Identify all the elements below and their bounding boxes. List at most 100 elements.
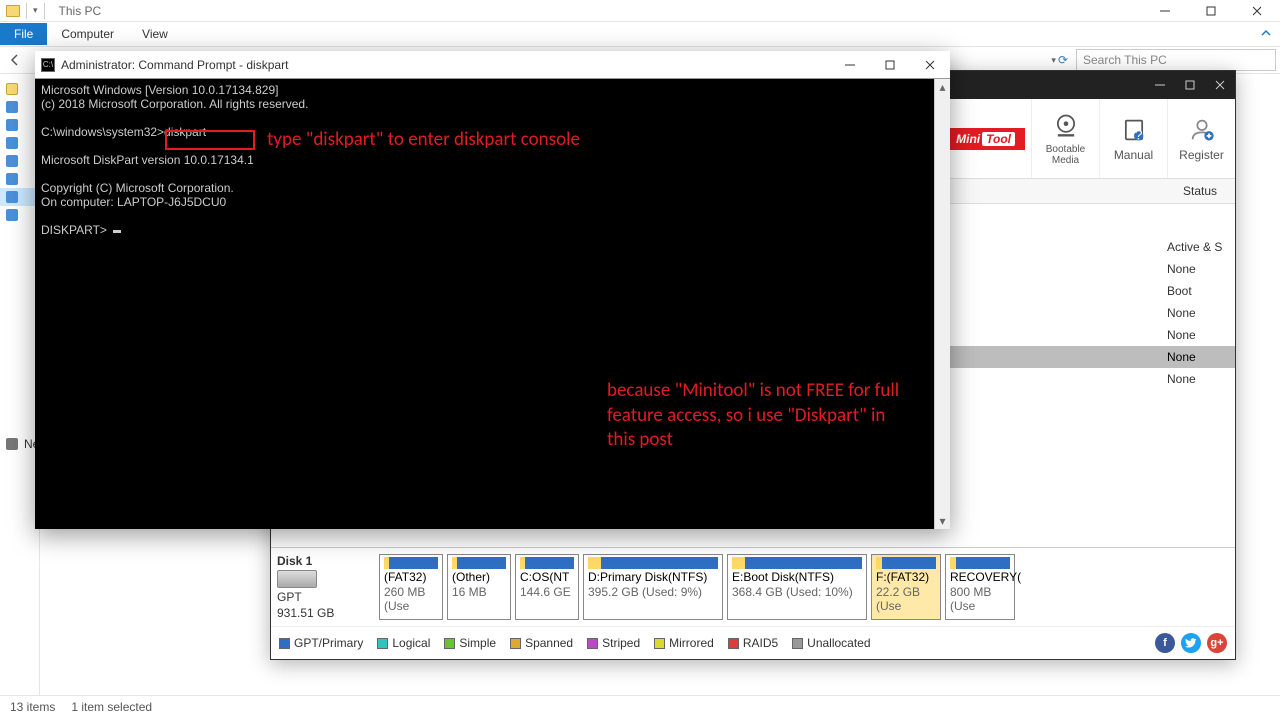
manual-button[interactable]: ? Manual xyxy=(1099,99,1167,178)
legend-item: Mirrored xyxy=(654,636,714,650)
cmd-icon: C:\ xyxy=(41,58,55,72)
part-sub: 22.2 GB (Use xyxy=(876,585,936,613)
usage-bar xyxy=(384,557,438,569)
part-label: RECOVERY( xyxy=(950,570,1010,584)
sidebar-item[interactable] xyxy=(0,134,39,152)
usage-bar xyxy=(950,557,1010,569)
ribbon-tabs: File Computer View xyxy=(0,22,1280,46)
close-button[interactable] xyxy=(1234,0,1280,22)
minimize-button[interactable] xyxy=(1142,0,1188,22)
cmd-title-text: Administrator: Command Prompt - diskpart xyxy=(61,58,824,72)
legend-item: Logical xyxy=(377,636,430,650)
part-sub: 16 MB xyxy=(452,585,506,599)
qat-dropdown-icon[interactable]: ▾ xyxy=(33,5,38,16)
cmd-body[interactable]: Microsoft Windows [Version 10.0.17134.82… xyxy=(35,79,950,529)
nav-back-button[interactable] xyxy=(4,49,26,71)
bootable-media-button[interactable]: Bootable Media xyxy=(1031,99,1099,178)
legend-item: Unallocated xyxy=(792,636,870,650)
sidebar-item[interactable] xyxy=(0,170,39,188)
partition-status: Boot xyxy=(1167,284,1227,298)
status-bar: 13 items 1 item selected xyxy=(0,695,1280,717)
sidebar-item[interactable] xyxy=(0,80,39,98)
part-label: (FAT32) xyxy=(384,570,438,584)
legend-swatch xyxy=(728,638,739,649)
cmd-line: Copyright (C) Microsoft Corporation. xyxy=(41,181,944,195)
minitool-logo: MiniTool xyxy=(946,128,1025,150)
disk-map: Disk 1 GPT 931.51 GB (FAT32)260 MB (Use(… xyxy=(271,547,1235,626)
sidebar-item-network[interactable]: Network xyxy=(0,434,39,454)
legend-item: Striped xyxy=(587,636,640,650)
usage-bar xyxy=(876,557,936,569)
partition-status: Active & S xyxy=(1167,240,1227,254)
twitter-icon[interactable] xyxy=(1181,633,1201,653)
refresh-icon[interactable]: ⟳ xyxy=(1058,53,1068,67)
minitool-minimize-button[interactable] xyxy=(1145,71,1175,99)
part-label: E:Boot Disk(NTFS) xyxy=(732,570,862,584)
tab-computer[interactable]: Computer xyxy=(47,23,128,45)
partition-status: None xyxy=(1167,262,1227,276)
ribbon-toggle-icon[interactable] xyxy=(1252,27,1280,42)
diskmap-partition[interactable]: C:OS(NT144.6 GE xyxy=(515,554,579,620)
disk-info[interactable]: Disk 1 GPT 931.51 GB xyxy=(277,554,375,620)
scroll-down-icon[interactable]: ▾ xyxy=(935,513,950,529)
partition-status: None xyxy=(1167,306,1227,320)
explorer-sidebar: Network xyxy=(0,74,40,695)
search-placeholder: Search This PC xyxy=(1083,53,1167,67)
disk-name: Disk 1 xyxy=(277,554,375,568)
recent-dropdown-icon[interactable]: ▾ xyxy=(1051,55,1056,66)
cmd-prompt: C:\windows\system32> xyxy=(41,125,164,139)
folder-icon xyxy=(6,5,20,17)
legend-swatch xyxy=(792,638,803,649)
status-item-count: 13 items xyxy=(10,700,55,714)
partition-status: None xyxy=(1167,372,1227,386)
minitool-close-button[interactable] xyxy=(1205,71,1235,99)
legend-swatch xyxy=(654,638,665,649)
diskmap-partition[interactable]: D:Primary Disk(NTFS)395.2 GB (Used: 9%) xyxy=(583,554,723,620)
googleplus-icon[interactable]: g+ xyxy=(1207,633,1227,653)
cmd-scrollbar[interactable]: ▴ ▾ xyxy=(934,79,950,529)
diskmap-partition[interactable]: (FAT32)260 MB (Use xyxy=(379,554,443,620)
toolbar-label: Bootable Media xyxy=(1032,144,1099,166)
tab-file[interactable]: File xyxy=(0,23,47,45)
window-title: This PC xyxy=(53,4,102,18)
sidebar-item[interactable] xyxy=(0,116,39,134)
annotation-text: type "diskpart" to enter diskpart consol… xyxy=(267,128,580,153)
cmd-maximize-button[interactable] xyxy=(870,51,910,79)
diskmap-partition[interactable]: F:(FAT32)22.2 GB (Use xyxy=(871,554,941,620)
cursor-icon xyxy=(113,230,121,233)
register-button[interactable]: Register xyxy=(1167,99,1235,178)
cmd-minimize-button[interactable] xyxy=(830,51,870,79)
logo-text: Tool xyxy=(982,132,1015,146)
minitool-maximize-button[interactable] xyxy=(1175,71,1205,99)
sidebar-item[interactable] xyxy=(0,188,39,206)
disk-type: GPT xyxy=(277,590,375,604)
partition-status: None xyxy=(1167,328,1227,342)
sidebar-item[interactable] xyxy=(0,206,39,224)
diskmap-partition[interactable]: RECOVERY(800 MB (Use xyxy=(945,554,1015,620)
search-input[interactable]: Search This PC xyxy=(1076,49,1276,71)
part-sub: 260 MB (Use xyxy=(384,585,438,613)
part-sub: 395.2 GB (Used: 9%) xyxy=(588,585,718,599)
part-sub: 800 MB (Use xyxy=(950,585,1010,613)
diskmap-partition[interactable]: E:Boot Disk(NTFS)368.4 GB (Used: 10%) xyxy=(727,554,867,620)
tab-view[interactable]: View xyxy=(128,23,182,45)
legend-swatch xyxy=(510,638,521,649)
cmd-close-button[interactable] xyxy=(910,51,950,79)
sidebar-item[interactable] xyxy=(0,98,39,116)
window-controls xyxy=(1142,0,1280,22)
usage-bar xyxy=(452,557,506,569)
cmd-line: (c) 2018 Microsoft Corporation. All righ… xyxy=(41,97,944,111)
cmd-line: On computer: LAPTOP-J6J5DCU0 xyxy=(41,195,944,209)
legend-label: Unallocated xyxy=(807,636,870,650)
quick-access-toolbar: ▾ xyxy=(0,3,53,19)
cmd-prompt-line: DISKPART> xyxy=(41,223,944,237)
toolbar-label: Manual xyxy=(1114,148,1153,162)
col-status[interactable]: Status xyxy=(1175,179,1235,203)
disk-size: 931.51 GB xyxy=(277,606,375,620)
scroll-up-icon[interactable]: ▴ xyxy=(935,79,950,95)
facebook-icon[interactable]: f xyxy=(1155,633,1175,653)
maximize-button[interactable] xyxy=(1188,0,1234,22)
sidebar-item[interactable] xyxy=(0,152,39,170)
diskmap-partition[interactable]: (Other)16 MB xyxy=(447,554,511,620)
status-selected-count: 1 item selected xyxy=(71,700,152,714)
